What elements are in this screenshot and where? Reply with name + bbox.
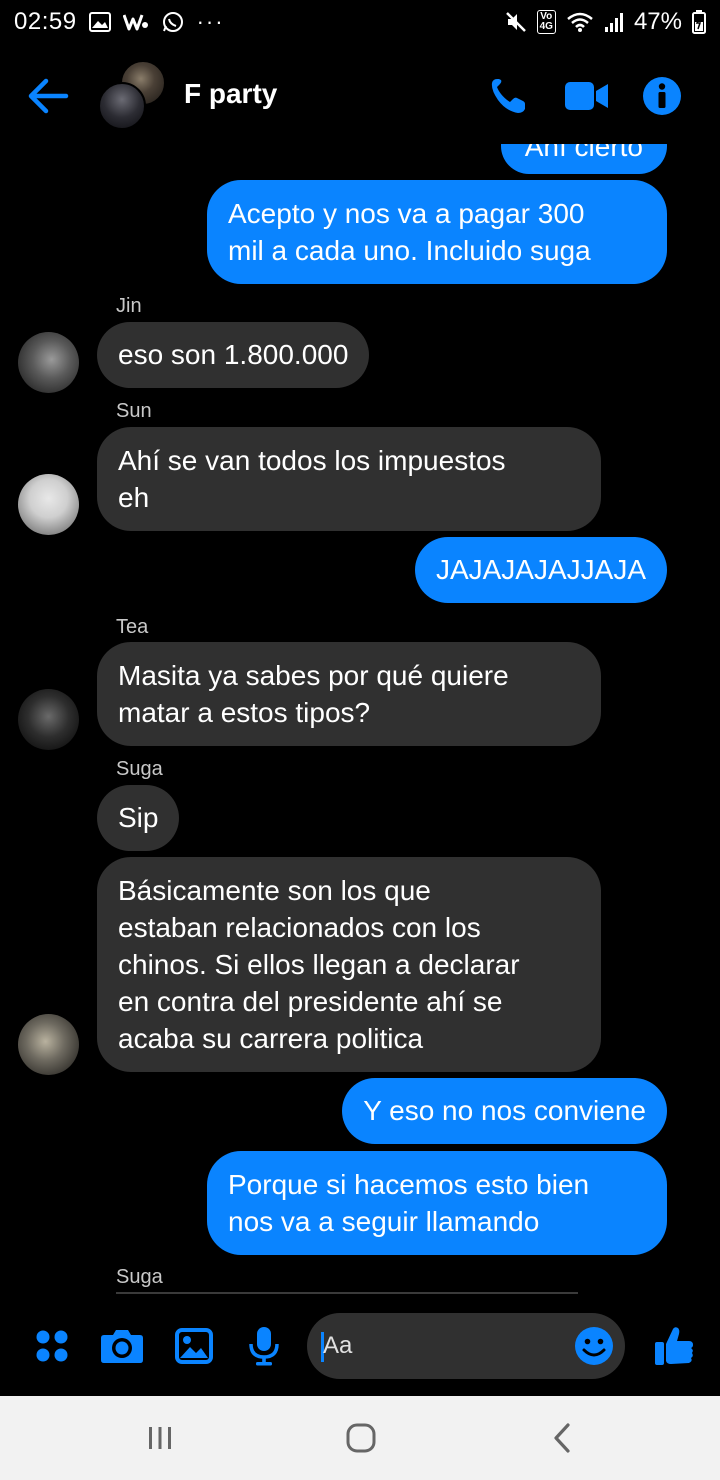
message-text: Ahí cierto bbox=[524, 144, 643, 162]
avatar-tea[interactable] bbox=[18, 689, 79, 750]
message-text-line: matar a estos tipos? bbox=[118, 697, 371, 728]
whatsapp-notification-icon bbox=[161, 10, 185, 34]
voice-button[interactable] bbox=[240, 1322, 288, 1370]
w-app-notification-icon bbox=[122, 10, 149, 34]
mute-icon bbox=[505, 10, 527, 34]
sender-name: Jin bbox=[116, 295, 142, 317]
message-text-line: Porque si hacemos esto bien bbox=[228, 1169, 590, 1200]
gallery-button[interactable] bbox=[170, 1322, 218, 1370]
message-outgoing[interactable]: JAJAJAJAJJAJA bbox=[414, 537, 667, 603]
phone-icon bbox=[491, 79, 525, 113]
four-dots-icon bbox=[36, 1330, 68, 1362]
call-button[interactable] bbox=[486, 74, 530, 118]
chat-header: F party bbox=[0, 50, 720, 144]
message-incoming[interactable]: eso son 1.800.000 bbox=[97, 322, 370, 388]
thumbs-up-icon bbox=[655, 1327, 693, 1365]
microphone-icon bbox=[249, 1327, 279, 1366]
info-icon bbox=[643, 77, 681, 115]
message-text: eso son 1.800.000 bbox=[118, 339, 349, 370]
message-text-line: en contra del presidente ahí se bbox=[118, 986, 503, 1017]
camera-button[interactable] bbox=[98, 1322, 146, 1370]
home-button[interactable] bbox=[339, 1418, 383, 1458]
system-navigation-bar bbox=[0, 1396, 720, 1480]
signal-icon bbox=[604, 10, 624, 34]
message-text-line: mil a cada uno. Incluido suga bbox=[228, 235, 591, 266]
badge-bottom: 4G bbox=[539, 21, 553, 32]
info-button[interactable] bbox=[640, 74, 684, 118]
message-text-line: chinos. Si ellos llegan a declarar bbox=[118, 949, 520, 980]
avatar-suga[interactable] bbox=[18, 1014, 79, 1075]
message-text-line: estaban relacionados con los bbox=[118, 912, 481, 943]
battery-icon bbox=[692, 10, 706, 34]
more-notifications-icon: ··· bbox=[196, 9, 225, 34]
message-text-line: eh bbox=[118, 482, 150, 513]
message-text: JAJAJAJAJJAJA bbox=[435, 554, 646, 585]
more-actions-button[interactable] bbox=[28, 1322, 76, 1370]
message-list[interactable]: Ahí cierto Acepto y nos va a pagar 300 m… bbox=[0, 144, 720, 1294]
gallery-notification-icon bbox=[88, 10, 111, 34]
message-outgoing-partial[interactable]: Ahí cierto bbox=[500, 144, 667, 174]
message-text: Sip bbox=[118, 802, 159, 833]
message-incoming[interactable]: Masita ya sabes por qué quiere matar a e… bbox=[97, 642, 601, 746]
message-text: Y eso no nos conviene bbox=[363, 1095, 646, 1126]
message-incoming[interactable]: Básicamente son los que estaban relacion… bbox=[97, 857, 601, 1072]
smiley-icon bbox=[575, 1327, 613, 1365]
group-avatar-member-2 bbox=[98, 82, 146, 130]
home-icon bbox=[346, 1423, 376, 1453]
message-incoming[interactable]: Ahí se van todos los impuestos eh bbox=[97, 427, 601, 531]
message-text-line: acaba su carrera politica bbox=[118, 1023, 424, 1054]
message-text-line: Ahí se van todos los impuestos bbox=[118, 445, 506, 476]
volte-4g-badge: Vo 4G bbox=[536, 10, 556, 34]
avatar-sun[interactable] bbox=[18, 474, 79, 535]
message-incoming[interactable]: Sip bbox=[97, 785, 180, 851]
image-icon bbox=[175, 1328, 213, 1364]
avatar-jin[interactable] bbox=[18, 332, 79, 393]
message-text-line: Básicamente son los que bbox=[118, 875, 431, 906]
message-cutoff-edge bbox=[116, 1292, 578, 1294]
chat-title[interactable]: F party bbox=[184, 78, 277, 110]
wifi-icon bbox=[566, 10, 594, 34]
sender-name: Suga bbox=[116, 758, 163, 780]
message-input-container[interactable] bbox=[307, 1313, 625, 1379]
message-text-line: Acepto y nos va a pagar 300 bbox=[228, 198, 585, 229]
composer-bar bbox=[0, 1300, 720, 1396]
emoji-button[interactable] bbox=[573, 1325, 615, 1367]
group-avatar[interactable] bbox=[98, 60, 168, 130]
like-button[interactable] bbox=[650, 1322, 698, 1370]
chevron-left-icon bbox=[554, 1423, 570, 1453]
arrow-left-icon bbox=[28, 78, 69, 114]
battery-percent: 47% bbox=[633, 8, 682, 35]
message-outgoing[interactable]: Porque si hacemos esto bien nos va a seg… bbox=[207, 1151, 667, 1255]
video-camera-icon bbox=[565, 82, 608, 110]
message-outgoing[interactable]: Acepto y nos va a pagar 300 mil a cada u… bbox=[207, 180, 667, 284]
sender-name: Suga bbox=[116, 1266, 163, 1288]
message-text-line: Masita ya sabes por qué quiere bbox=[118, 660, 509, 691]
video-call-button[interactable] bbox=[564, 74, 610, 118]
sender-name: Sun bbox=[116, 400, 152, 422]
status-bar: 02:59 ··· Vo 4G 47% bbox=[0, 0, 720, 44]
camera-icon bbox=[101, 1330, 143, 1363]
message-input[interactable] bbox=[323, 1323, 563, 1369]
back-button[interactable] bbox=[26, 76, 70, 116]
status-time: 02:59 bbox=[14, 8, 77, 35]
message-text-line: nos va a seguir llamando bbox=[228, 1206, 540, 1237]
back-nav-button[interactable] bbox=[540, 1418, 584, 1458]
message-outgoing[interactable]: Y eso no nos conviene bbox=[342, 1078, 667, 1144]
sender-name: Tea bbox=[116, 616, 149, 638]
recent-apps-icon bbox=[149, 1427, 171, 1449]
recent-apps-button[interactable] bbox=[138, 1418, 182, 1458]
